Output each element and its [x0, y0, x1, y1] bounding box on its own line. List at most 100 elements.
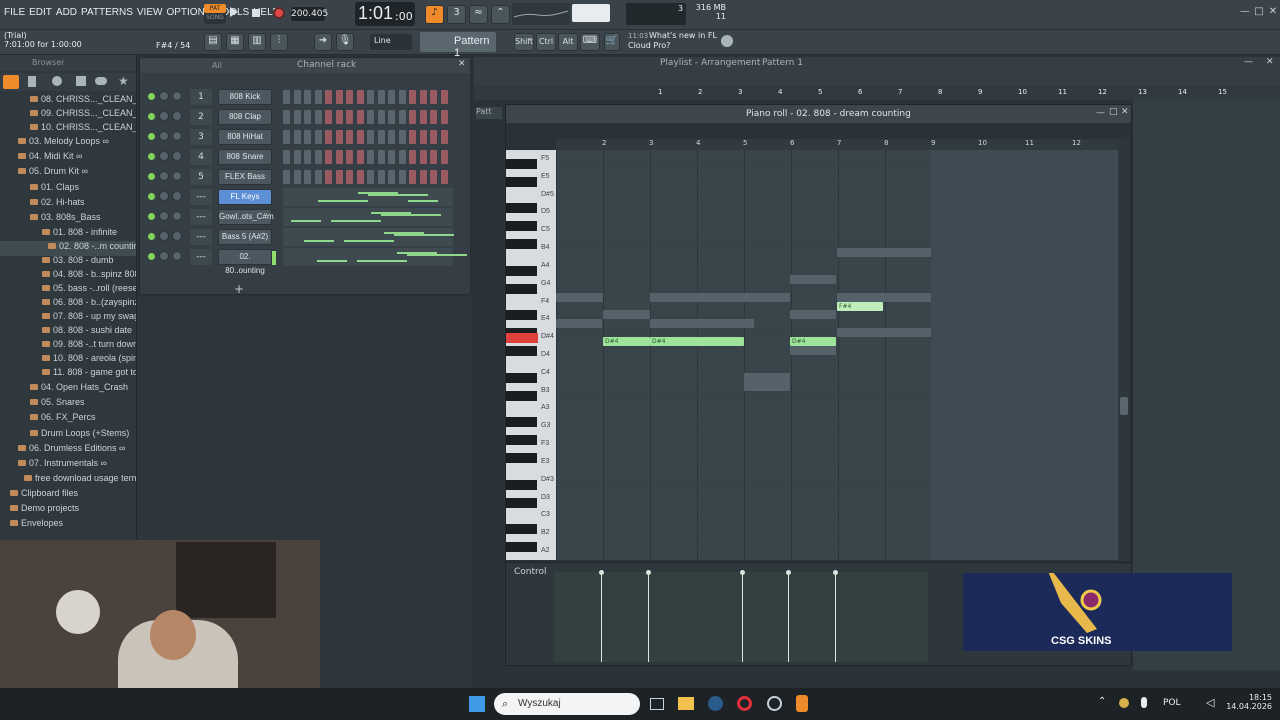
minimize-icon[interactable]: — [1244, 57, 1253, 67]
velocity-handle[interactable] [599, 570, 604, 575]
black-key[interactable] [506, 479, 537, 490]
step-button[interactable] [430, 130, 437, 144]
step-button[interactable] [398, 110, 406, 124]
ctrl-key[interactable]: Ctrl [536, 33, 556, 51]
step-button[interactable] [409, 130, 416, 144]
playlist-bar-number[interactable]: 4 [778, 88, 782, 96]
volume-knob[interactable] [172, 131, 182, 141]
channel-number[interactable]: 4 [190, 149, 212, 165]
pan-knob[interactable] [159, 251, 169, 261]
piano-roll-bar-number[interactable]: 10 [978, 139, 987, 147]
channel-number[interactable]: --- [190, 229, 212, 245]
tempo-display[interactable]: 200.405 [291, 7, 328, 21]
black-key[interactable] [506, 524, 537, 535]
metronome-button[interactable]: ♪ [425, 5, 444, 24]
fl-studio-icon[interactable] [796, 695, 808, 712]
black-key[interactable] [506, 497, 537, 508]
step-button[interactable] [283, 150, 290, 164]
play-button[interactable] [230, 7, 238, 17]
browser-item[interactable]: 09. 808 -..t turn down [0, 339, 136, 354]
note[interactable]: D#4 [603, 337, 650, 347]
black-key[interactable] [506, 283, 537, 294]
channel-rack-icon[interactable]: ▥ [248, 33, 266, 51]
volume-knob[interactable] [172, 211, 182, 221]
step-button[interactable] [304, 150, 311, 164]
opera-icon[interactable] [737, 696, 752, 711]
step-button[interactable] [335, 110, 343, 124]
channel-led[interactable] [148, 193, 155, 200]
volume-knob[interactable] [172, 151, 182, 161]
channel-led[interactable] [148, 153, 155, 160]
black-key[interactable] [506, 158, 537, 169]
step-button[interactable] [398, 170, 406, 184]
step-button[interactable] [293, 110, 301, 124]
pan-knob[interactable] [159, 191, 169, 201]
menu-patterns[interactable]: PATTERNS [81, 7, 133, 18]
step-button[interactable] [430, 110, 437, 124]
browser-item[interactable]: free download usage terms [0, 473, 136, 488]
browser-item[interactable]: 07. 808 - up my swag [0, 311, 136, 326]
minimize-icon[interactable]: — [1096, 108, 1105, 118]
playlist-bar-number[interactable]: 14 [1178, 88, 1187, 96]
pan-knob[interactable] [159, 211, 169, 221]
close-icon[interactable]: ✕ [1266, 57, 1274, 67]
step-button[interactable] [419, 150, 427, 164]
browser-home-icon[interactable] [3, 75, 19, 89]
snap-select[interactable]: Line [370, 34, 412, 50]
song-position[interactable]: 1:01 :00 [355, 2, 415, 26]
black-key[interactable] [506, 176, 537, 187]
pattern-select[interactable]: Pattern 1 [420, 32, 496, 59]
step-button[interactable] [335, 170, 343, 184]
browser-item[interactable]: 05. bass -..roll (reese) [0, 283, 136, 298]
step-button[interactable] [304, 110, 311, 124]
step-button[interactable] [314, 170, 322, 184]
language-indicator[interactable]: POL [1163, 698, 1181, 708]
steam-icon[interactable] [708, 696, 723, 711]
volume-knob[interactable] [172, 111, 182, 121]
volume-icon[interactable]: ◁ [1206, 696, 1214, 709]
volume-knob[interactable] [172, 91, 182, 101]
piano-keyboard[interactable]: F5 E5 D#5 D5 C5 B4 A4 G4 F4 E4 D#4 D4 C4 B3 A3 G3 F3 E3 D#… [506, 150, 556, 560]
step-button[interactable] [419, 110, 427, 124]
step-button[interactable] [335, 90, 343, 104]
browser-item[interactable]: 04. 808 - b..spinz 808) [0, 269, 136, 284]
record-button[interactable] [273, 7, 285, 19]
step-button[interactable] [388, 110, 395, 124]
step-button[interactable] [293, 150, 301, 164]
channel-number[interactable]: --- [190, 249, 212, 265]
black-key[interactable] [506, 542, 537, 553]
step-button[interactable] [409, 150, 416, 164]
channel-led[interactable] [148, 173, 155, 180]
channel-led[interactable] [148, 93, 155, 100]
playlist-bar-number[interactable]: 1 [658, 88, 662, 96]
step-button[interactable] [409, 110, 416, 124]
step-button[interactable] [325, 90, 332, 104]
arrow-right-icon[interactable]: ➜ [314, 33, 332, 51]
tray-chevron-icon[interactable]: ⌃ [1098, 696, 1106, 707]
volume-knob[interactable] [172, 231, 182, 241]
channel-name-button[interactable]: 808 HiHat [218, 129, 272, 145]
step-button[interactable] [440, 110, 448, 124]
channel-led[interactable] [148, 133, 155, 140]
playlist-bar-number[interactable]: 15 [1218, 88, 1227, 96]
step-button[interactable] [346, 150, 353, 164]
note[interactable]: D#4 [650, 337, 744, 347]
step-button[interactable] [440, 130, 448, 144]
channel-row[interactable]: 3 808 HiHat [146, 128, 466, 146]
playlist-bar-number[interactable]: 11 [1058, 88, 1067, 96]
channel-number[interactable]: 1 [190, 89, 212, 105]
browser-item[interactable]: 10. CHRISS..._CLEAN_EDIT [0, 122, 136, 137]
channel-row[interactable]: --- FL Keys [146, 188, 466, 206]
pan-knob[interactable] [159, 171, 169, 181]
browser-item[interactable]: 03. Melody Loops ∞ [0, 136, 109, 151]
step-button[interactable] [304, 130, 311, 144]
channel-led[interactable] [148, 113, 155, 120]
volume-knob[interactable] [172, 251, 182, 261]
channel-row[interactable]: --- Gowl..ots_C#m [146, 208, 466, 226]
tray-app-icon[interactable] [1119, 698, 1129, 708]
browser-item[interactable]: 06. Drumless Editions ∞ [0, 443, 125, 458]
step-button[interactable] [283, 130, 290, 144]
step-button[interactable] [430, 90, 437, 104]
piano-roll-bar-number[interactable]: 3 [649, 139, 653, 147]
browser-item[interactable]: 09. CHRISS..._CLEAN_EDIT [0, 108, 136, 123]
